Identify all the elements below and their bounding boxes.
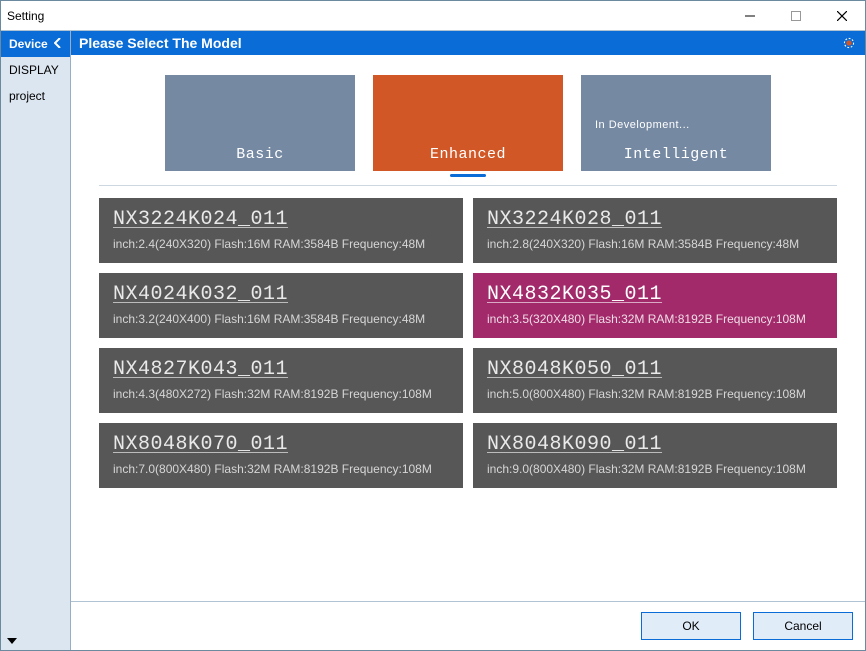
model-spec: inch:5.0(800X480) Flash:32M RAM:8192B Fr… (487, 387, 823, 401)
close-icon (837, 11, 847, 21)
sidebar-item-device[interactable]: Device (1, 31, 70, 57)
model-card[interactable]: NX3224K024_011 inch:2.4(240X320) Flash:16… (99, 198, 463, 263)
model-card[interactable]: NX4832K035_011 inch:3.5(320X480) Flash:32… (473, 273, 837, 338)
model-card[interactable]: NX8048K050_011 inch:5.0(800X480) Flash:32… (473, 348, 837, 413)
model-spec: inch:3.2(240X400) Flash:16M RAM:3584B Fr… (113, 312, 449, 326)
sidebar-expand-button[interactable] (1, 632, 70, 650)
model-grid: NX3224K024_011 inch:2.4(240X320) Flash:16… (99, 198, 837, 488)
content-header: Please Select The Model (71, 31, 865, 55)
sidebar: Device DISPLAY project (1, 31, 71, 650)
dialog-footer: OK Cancel (71, 601, 865, 650)
sidebar-item-label: project (9, 89, 45, 103)
model-spec: inch:3.5(320X480) Flash:32M RAM:8192B Fr… (487, 312, 823, 326)
category-intelligent[interactable]: In Development... Intelligent (581, 75, 771, 171)
model-card[interactable]: NX8048K090_011 inch:9.0(800X480) Flash:32… (473, 423, 837, 488)
category-enhanced[interactable]: Enhanced (373, 75, 563, 171)
model-spec: inch:7.0(800X480) Flash:32M RAM:8192B Fr… (113, 462, 449, 476)
cancel-button[interactable]: Cancel (753, 612, 853, 640)
content-area: Please Select The Model Basic Enhanced (71, 31, 865, 650)
model-spec: inch:2.8(240X320) Flash:16M RAM:3584B Fr… (487, 237, 823, 251)
model-name: NX4024K032_011 (113, 283, 449, 306)
sidebar-spacer (1, 109, 70, 632)
sidebar-item-label: Device (9, 37, 48, 51)
window-title: Setting (7, 9, 727, 23)
minimize-icon (745, 11, 755, 21)
model-name: NX4832K035_011 (487, 283, 823, 306)
model-name: NX3224K024_011 (113, 208, 449, 231)
window-close-button[interactable] (819, 1, 865, 30)
maximize-icon (791, 11, 801, 21)
settings-icon[interactable] (841, 35, 857, 51)
model-card[interactable]: NX4024K032_011 inch:3.2(240X400) Flash:16… (99, 273, 463, 338)
sidebar-item-project[interactable]: project (1, 83, 70, 109)
window-maximize-button (773, 1, 819, 30)
sidebar-item-display[interactable]: DISPLAY (1, 57, 70, 83)
category-row: Basic Enhanced In Development... Intelli… (99, 75, 837, 171)
model-name: NX8048K050_011 (487, 358, 823, 381)
model-name: NX8048K090_011 (487, 433, 823, 456)
model-card[interactable]: NX3224K028_011 inch:2.8(240X320) Flash:16… (473, 198, 837, 263)
category-note: In Development... (595, 119, 690, 131)
chevron-down-icon (7, 636, 17, 646)
ok-button[interactable]: OK (641, 612, 741, 640)
model-spec: inch:2.4(240X320) Flash:16M RAM:3584B Fr… (113, 237, 449, 251)
page-title: Please Select The Model (79, 35, 242, 51)
model-card[interactable]: NX8048K070_011 inch:7.0(800X480) Flash:32… (99, 423, 463, 488)
category-basic[interactable]: Basic (165, 75, 355, 171)
chevron-left-icon (54, 37, 62, 51)
window-titlebar: Setting (1, 1, 865, 31)
category-label: Intelligent (624, 146, 729, 163)
model-name: NX3224K028_011 (487, 208, 823, 231)
sidebar-item-label: DISPLAY (9, 63, 59, 77)
category-label: Basic (236, 146, 284, 163)
model-name: NX8048K070_011 (113, 433, 449, 456)
model-card[interactable]: NX4827K043_011 inch:4.3(480X272) Flash:32… (99, 348, 463, 413)
category-label: Enhanced (430, 146, 506, 163)
model-spec: inch:4.3(480X272) Flash:32M RAM:8192B Fr… (113, 387, 449, 401)
model-name: NX4827K043_011 (113, 358, 449, 381)
window-minimize-button[interactable] (727, 1, 773, 30)
category-selected-indicator (450, 174, 486, 177)
divider (99, 185, 837, 186)
model-spec: inch:9.0(800X480) Flash:32M RAM:8192B Fr… (487, 462, 823, 476)
